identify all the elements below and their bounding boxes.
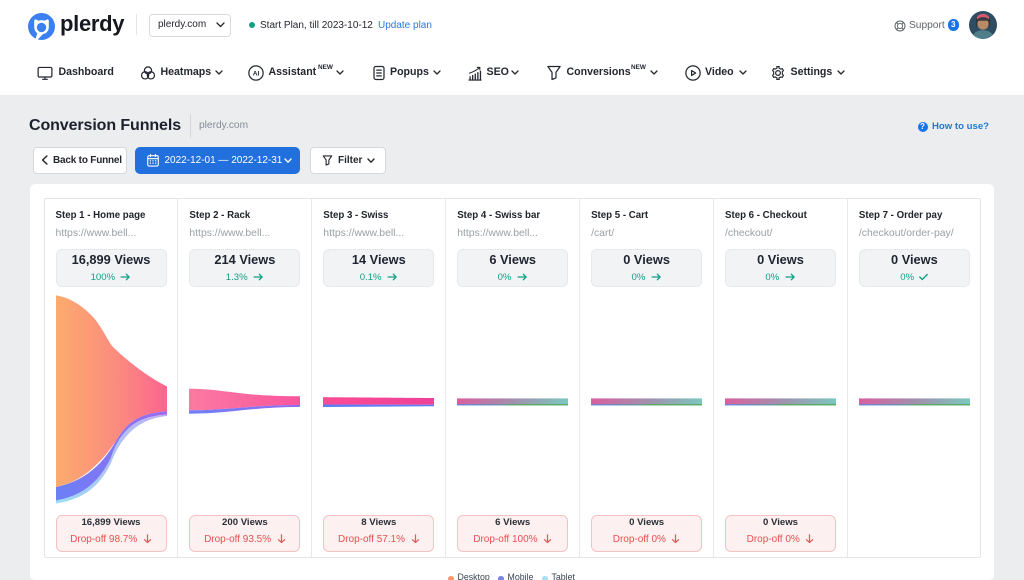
svg-text:AI: AI — [253, 71, 260, 78]
